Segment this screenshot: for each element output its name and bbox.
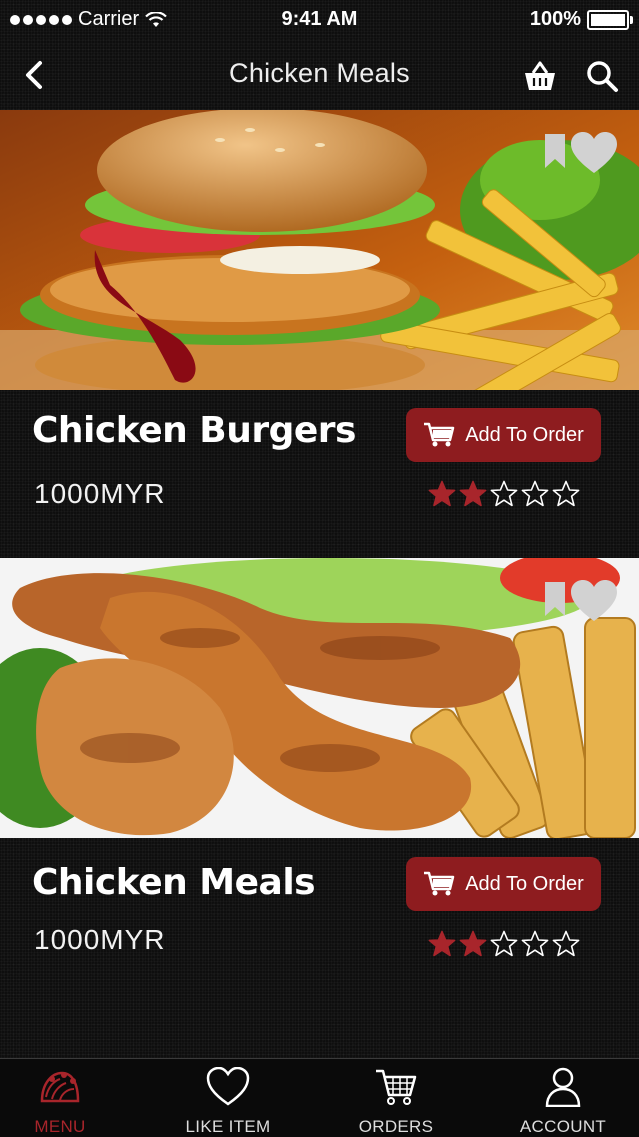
bookmark-icon[interactable]: [545, 134, 565, 168]
tab-label: LIKE ITEM: [185, 1117, 271, 1136]
battery-indicator: 100%: [529, 8, 633, 31]
tab-label: MENU: [34, 1117, 86, 1136]
user-icon: [545, 1067, 581, 1107]
item-price: 1000MYR: [34, 924, 166, 955]
taco-icon: [40, 1071, 80, 1103]
heart-icon: [206, 1067, 250, 1106]
tab-like-item[interactable]: LIKE ITEM: [168, 1067, 288, 1137]
tab-label: ACCOUNT: [519, 1117, 607, 1136]
star-filled-icon[interactable]: [459, 930, 487, 958]
star-empty-icon[interactable]: [521, 930, 549, 958]
item-name: Chicken Meals: [32, 862, 316, 903]
item-price: 1000MYR: [34, 478, 166, 509]
star-filled-icon[interactable]: [459, 480, 487, 508]
star-empty-icon[interactable]: [552, 930, 580, 958]
chicken-meals-photo: [0, 558, 639, 838]
star-rating[interactable]: [428, 480, 580, 508]
tab-label: ORDERS: [358, 1117, 434, 1136]
status-bar: Carrier 9:41 AM 100%: [0, 0, 639, 40]
food-image[interactable]: [0, 558, 639, 838]
food-image[interactable]: [0, 110, 639, 390]
tab-bar: MENU LIKE ITEM ORDERS ACCOUNT: [0, 1058, 639, 1137]
cart-icon: [424, 871, 455, 896]
favorite-heart-icon[interactable]: [571, 580, 617, 622]
favorite-heart-icon[interactable]: [571, 132, 617, 174]
tab-menu[interactable]: MENU: [0, 1067, 120, 1137]
tab-account[interactable]: ACCOUNT: [503, 1067, 623, 1137]
add-to-order-label: Add To Order: [465, 423, 584, 446]
cart-icon: [424, 422, 455, 447]
star-filled-icon[interactable]: [428, 930, 456, 958]
item-name: Chicken Burgers: [32, 410, 356, 451]
add-to-order-button[interactable]: Add To Order: [406, 857, 601, 911]
navigation-bar: Chicken Meals: [0, 40, 639, 110]
chicken-burger-photo: [0, 110, 639, 390]
battery-icon: [587, 9, 633, 30]
battery-percent: 100%: [529, 8, 581, 30]
star-empty-icon[interactable]: [490, 480, 518, 508]
tab-orders[interactable]: ORDERS: [336, 1067, 456, 1137]
bookmark-icon[interactable]: [545, 582, 565, 616]
cart-icon: [376, 1069, 417, 1105]
basket-icon[interactable]: [522, 58, 558, 94]
star-filled-icon[interactable]: [428, 480, 456, 508]
star-empty-icon[interactable]: [552, 480, 580, 508]
add-to-order-button[interactable]: Add To Order: [406, 408, 601, 462]
star-empty-icon[interactable]: [521, 480, 549, 508]
search-icon[interactable]: [584, 58, 620, 94]
star-rating[interactable]: [428, 930, 580, 958]
star-empty-icon[interactable]: [490, 930, 518, 958]
add-to-order-label: Add To Order: [465, 872, 584, 895]
